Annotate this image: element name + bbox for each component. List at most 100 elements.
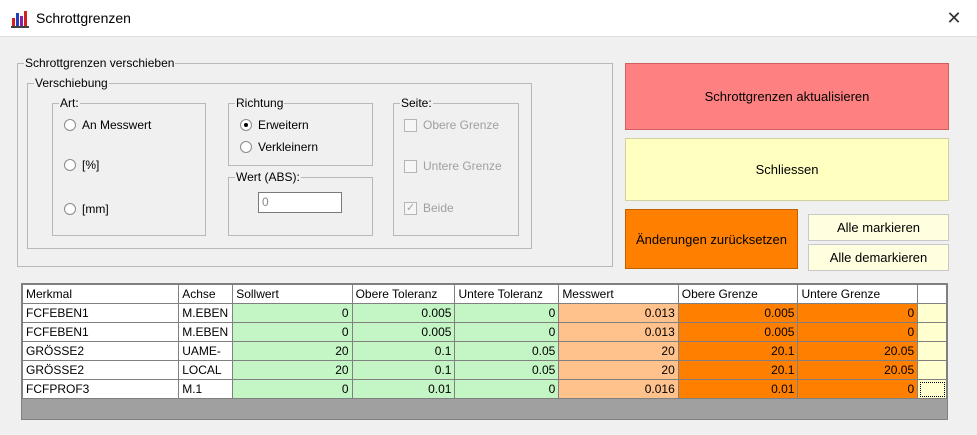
cell-obere-toleranz[interactable]: 0.01 bbox=[351, 379, 456, 399]
app-chart-icon bbox=[11, 11, 29, 28]
cell-obere-toleranz[interactable]: 0.1 bbox=[351, 341, 456, 361]
close-button[interactable]: ✕ bbox=[931, 0, 977, 37]
cell-sollwert[interactable]: 0 bbox=[232, 379, 353, 399]
data-grid[interactable]: Merkmal Achse Sollwert Obere Toleranz Un… bbox=[21, 283, 948, 420]
group-richtung-legend: Richtung bbox=[236, 96, 284, 110]
checkbox-beide[interactable]: ✓ Beide bbox=[404, 201, 454, 215]
cell-markierung-selected[interactable] bbox=[917, 379, 947, 399]
cell-messwert[interactable]: 0.013 bbox=[558, 303, 679, 323]
group-art-legend: Art: bbox=[60, 96, 79, 110]
header-obere-toleranz[interactable]: Obere Toleranz bbox=[351, 284, 456, 304]
cell-obere-grenze[interactable]: 0.005 bbox=[677, 303, 799, 323]
header-merkmal[interactable]: Merkmal bbox=[21, 284, 180, 304]
cell-sollwert[interactable]: 0 bbox=[232, 322, 353, 342]
button-label: Alle markieren bbox=[836, 220, 921, 235]
header-achse[interactable]: Achse bbox=[178, 284, 234, 304]
alle-demarkieren-button[interactable]: Alle demarkieren bbox=[808, 244, 949, 271]
cell-obere-toleranz[interactable]: 0.1 bbox=[351, 360, 456, 380]
cell-achse[interactable]: M.EBEN bbox=[178, 303, 234, 323]
table-row[interactable]: FCFPROF3 M.1 0 0.01 0 0.016 0.01 0 bbox=[21, 379, 947, 399]
schliessen-button[interactable]: Schliessen bbox=[625, 138, 949, 201]
header-messwert[interactable]: Messwert bbox=[558, 284, 679, 304]
table-row[interactable]: GRÖSSE2 LOCAL 20 0.1 0.05 20 20.1 20.05 bbox=[21, 360, 947, 380]
cell-obere-grenze[interactable]: 20.1 bbox=[677, 360, 799, 380]
cell-messwert[interactable]: 0.013 bbox=[558, 322, 679, 342]
group-verschiebung-legend: Verschiebung bbox=[35, 76, 108, 90]
table-row[interactable]: FCFEBEN1 M.EBEN 0 0.005 0 0.013 0.005 0 bbox=[21, 303, 947, 323]
radio-circle-icon bbox=[64, 119, 76, 131]
alle-markieren-button[interactable]: Alle markieren bbox=[808, 214, 949, 241]
radio-circle-icon bbox=[64, 159, 76, 171]
checkbox-icon bbox=[404, 159, 417, 173]
aenderungen-zuruecksetzen-button[interactable]: Änderungen zurücksetzen bbox=[625, 209, 798, 269]
cell-obere-toleranz[interactable]: 0.005 bbox=[351, 322, 456, 342]
cell-markierung[interactable] bbox=[917, 322, 947, 342]
cell-obere-toleranz[interactable]: 0.005 bbox=[351, 303, 456, 323]
cell-messwert[interactable]: 0.016 bbox=[558, 379, 679, 399]
header-sollwert[interactable]: Sollwert bbox=[232, 284, 353, 304]
group-seite-legend: Seite: bbox=[401, 96, 432, 110]
cell-merkmal[interactable]: GRÖSSE2 bbox=[21, 360, 180, 380]
title-bar: Schrottgrenzen ✕ bbox=[0, 0, 977, 37]
cell-untere-grenze[interactable]: 0 bbox=[797, 303, 919, 323]
radio-label: Verkleinern bbox=[258, 140, 319, 154]
radio-prozent[interactable]: [%] bbox=[64, 158, 99, 172]
cell-achse[interactable]: LOCAL bbox=[178, 360, 234, 380]
cell-untere-grenze[interactable]: 20.05 bbox=[797, 341, 919, 361]
cell-messwert[interactable]: 20 bbox=[558, 360, 679, 380]
cell-untere-toleranz[interactable]: 0.05 bbox=[454, 360, 560, 380]
radio-verkleinern[interactable]: Verkleinern bbox=[240, 140, 318, 154]
cell-sollwert[interactable]: 20 bbox=[232, 360, 353, 380]
cell-obere-grenze[interactable]: 0.01 bbox=[677, 379, 799, 399]
radio-erweitern[interactable]: Erweitern bbox=[240, 118, 309, 132]
group-schrottgrenzen-legend: Schrottgrenzen verschieben bbox=[25, 56, 175, 70]
table-row[interactable]: GRÖSSE2 UAME- 20 0.1 0.05 20 20.1 20.05 bbox=[21, 341, 947, 361]
radio-checked-icon bbox=[240, 119, 252, 131]
button-label: Schrottgrenzen aktualisieren bbox=[704, 89, 870, 104]
radio-mm[interactable]: [mm] bbox=[64, 202, 109, 216]
cell-untere-grenze[interactable]: 20.05 bbox=[797, 360, 919, 380]
cell-achse[interactable]: UAME- bbox=[178, 341, 234, 361]
table-header-row: Merkmal Achse Sollwert Obere Toleranz Un… bbox=[21, 284, 947, 304]
header-untere-toleranz[interactable]: Untere Toleranz bbox=[454, 284, 560, 304]
schrottgrenzen-aktualisieren-button[interactable]: Schrottgrenzen aktualisieren bbox=[625, 63, 949, 130]
cell-obere-grenze[interactable]: 0.005 bbox=[677, 322, 799, 342]
cell-untere-toleranz[interactable]: 0 bbox=[454, 379, 560, 399]
cell-untere-grenze[interactable]: 0 bbox=[797, 322, 919, 342]
radio-an-messwert[interactable]: An Messwert bbox=[64, 118, 151, 132]
cell-sollwert[interactable]: 20 bbox=[232, 341, 353, 361]
cell-markierung[interactable] bbox=[917, 341, 947, 361]
checkbox-label: Untere Grenze bbox=[423, 159, 502, 173]
cell-merkmal[interactable]: FCFEBEN1 bbox=[21, 303, 180, 323]
header-markierung[interactable] bbox=[917, 284, 947, 304]
radio-label: Erweitern bbox=[258, 118, 309, 132]
cell-merkmal[interactable]: FCFPROF3 bbox=[21, 379, 180, 399]
radio-label: An Messwert bbox=[82, 118, 152, 132]
cell-markierung[interactable] bbox=[917, 303, 947, 323]
close-icon: ✕ bbox=[946, 8, 962, 28]
cell-obere-grenze[interactable]: 20.1 bbox=[677, 341, 799, 361]
cell-untere-grenze[interactable]: 0 bbox=[797, 379, 919, 399]
checkbox-label: Beide bbox=[423, 201, 454, 215]
checkbox-untere-grenze[interactable]: Untere Grenze bbox=[404, 159, 502, 173]
cell-merkmal[interactable]: GRÖSSE2 bbox=[21, 341, 180, 361]
cell-markierung[interactable] bbox=[917, 360, 947, 380]
table-row[interactable]: FCFEBEN1 M.EBEN 0 0.005 0 0.013 0.005 0 bbox=[21, 322, 947, 342]
cell-untere-toleranz[interactable]: 0 bbox=[454, 303, 560, 323]
cell-sollwert[interactable]: 0 bbox=[232, 303, 353, 323]
window-title: Schrottgrenzen bbox=[36, 10, 131, 26]
cell-merkmal[interactable]: FCFEBEN1 bbox=[21, 322, 180, 342]
header-untere-grenze[interactable]: Untere Grenze bbox=[797, 284, 919, 304]
checkbox-obere-grenze[interactable]: Obere Grenze bbox=[404, 118, 499, 132]
cell-messwert[interactable]: 20 bbox=[558, 341, 679, 361]
radio-circle-icon bbox=[64, 203, 76, 215]
cell-achse[interactable]: M.EBEN bbox=[178, 322, 234, 342]
checkbox-icon bbox=[404, 118, 417, 132]
cell-untere-toleranz[interactable]: 0.05 bbox=[454, 341, 560, 361]
radio-label: [mm] bbox=[82, 202, 109, 216]
grenzen-table: Merkmal Achse Sollwert Obere Toleranz Un… bbox=[21, 284, 947, 399]
wert-input[interactable]: 0 bbox=[258, 192, 342, 213]
header-obere-grenze[interactable]: Obere Grenze bbox=[677, 284, 799, 304]
cell-untere-toleranz[interactable]: 0 bbox=[454, 322, 560, 342]
cell-achse[interactable]: M.1 bbox=[178, 379, 234, 399]
